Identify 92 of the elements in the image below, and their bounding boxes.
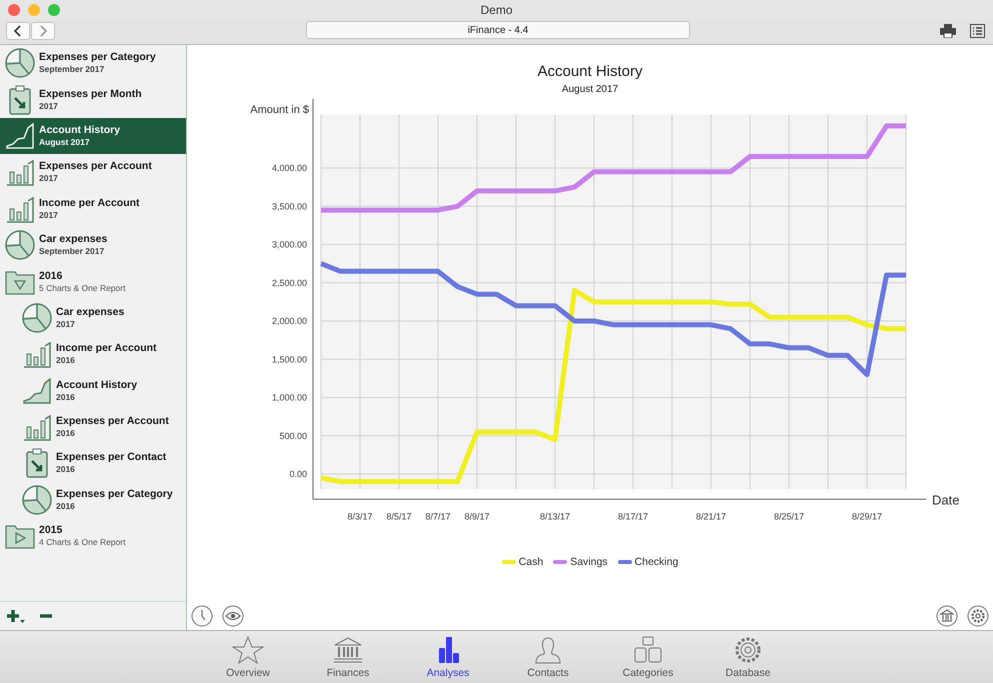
- axis-label: 2,000.00: [271, 316, 306, 326]
- back-button[interactable]: [6, 22, 30, 40]
- settings-icon[interactable]: [967, 605, 989, 627]
- item-subtitle: 2017: [39, 173, 59, 184]
- chart-title: Account History: [537, 63, 643, 80]
- axis-label: 8/17/17: [617, 511, 648, 522]
- item-title: Expenses per Contact: [56, 451, 166, 464]
- legend-label: Savings: [570, 556, 608, 568]
- item-title: Income per Account: [39, 196, 140, 210]
- axis-label: 3,000.00: [271, 240, 306, 250]
- tab[interactable]: Finances: [298, 631, 398, 683]
- item-subtitle: 2016: [56, 428, 76, 440]
- axis-label: 8/29/17: [851, 511, 882, 522]
- bank-icon[interactable]: [936, 605, 958, 627]
- y-axis-title: Amount in $: [250, 104, 308, 116]
- tab[interactable]: Database: [698, 631, 798, 683]
- item-subtitle: August 2017: [39, 136, 91, 148]
- axis-label: 1,500.00: [271, 354, 306, 364]
- sidebar-item[interactable]: Expenses per Account 2017: [0, 154, 186, 191]
- axis-label: 8/3/17: [346, 511, 372, 522]
- item-subtitle: 2017: [56, 318, 76, 330]
- chevron-right-icon: [38, 25, 48, 37]
- item-subtitle: 5 Charts & One Report: [39, 282, 126, 294]
- window-title: Demo: [480, 3, 512, 17]
- print-icon[interactable]: [940, 24, 956, 38]
- item-title: 2015: [39, 524, 64, 538]
- star-icon: [231, 635, 265, 665]
- item-title: Account History: [39, 124, 120, 137]
- chart-subtitle: August 2017: [562, 84, 618, 95]
- sidebar-item[interactable]: Expenses per Contact 2016: [0, 445, 186, 482]
- item-title: Car expenses: [39, 233, 108, 246]
- axis-label: 1,000.00: [271, 392, 306, 402]
- legend-label: Cash: [518, 556, 544, 568]
- tab[interactable]: Overview: [198, 631, 298, 683]
- item-subtitle: 2017: [39, 100, 59, 112]
- sidebar-item[interactable]: Expenses per Category September 2017: [0, 45, 186, 82]
- item-title: Expenses per Account: [56, 415, 169, 428]
- tab[interactable]: Contacts: [498, 631, 598, 683]
- sidebar-item[interactable]: 2015 4 Charts & One Report: [0, 518, 186, 554]
- clock-icon[interactable]: [191, 605, 213, 627]
- sidebar-item[interactable]: Account History 2016: [0, 372, 186, 409]
- add-icon[interactable]: [7, 608, 25, 624]
- sidebar-item[interactable]: Expenses per Account 2016: [0, 408, 186, 446]
- axis-label: 8/21/17: [695, 511, 726, 522]
- tab[interactable]: Analyses: [398, 631, 498, 683]
- axis-label: 500.00: [278, 430, 306, 441]
- axis-label: 8/9/17: [464, 511, 490, 522]
- eye-icon[interactable]: [222, 605, 244, 627]
- app-title-field: iFinance - 4.4: [306, 21, 690, 39]
- axis-label: 8/25/17: [773, 511, 804, 522]
- axis-label: 8/5/17: [386, 511, 412, 522]
- item-title: Car expenses: [56, 306, 124, 319]
- axis-label: 8/13/17: [539, 511, 570, 522]
- item-subtitle: September 2017: [39, 246, 106, 258]
- x-axis-title: Date: [932, 492, 959, 508]
- bank-icon: [331, 635, 365, 665]
- item-title: Account History: [56, 378, 138, 392]
- item-subtitle: 2016: [56, 464, 76, 476]
- line-chart-icon: [4, 120, 36, 152]
- axis-label: 3,500.00: [271, 201, 306, 212]
- pie-chart-icon: [21, 484, 53, 516]
- tab[interactable]: Categories: [598, 631, 698, 683]
- axis-label: 2,500.00: [271, 278, 306, 288]
- axis-label: 0.00: [288, 469, 306, 479]
- sidebar-item[interactable]: Expenses per Month 2017: [0, 81, 186, 118]
- item-title: 2016: [39, 270, 64, 283]
- sidebar-item[interactable]: 2016 5 Charts & One Report: [0, 263, 186, 300]
- sidebar-item[interactable]: Expenses per Category 2016: [0, 482, 186, 518]
- list-icon[interactable]: [970, 24, 985, 38]
- line-chart-icon: [21, 374, 53, 407]
- pie-chart-icon: [21, 302, 53, 334]
- item-subtitle: September 2017: [39, 64, 106, 76]
- item-title: Expenses per Month: [39, 88, 142, 101]
- item-title: Expenses per Account: [39, 160, 152, 174]
- axis-label: 8/7/17: [424, 511, 450, 522]
- sidebar-item[interactable]: Income per Account 2017: [0, 190, 186, 227]
- legend-label: Checking: [634, 556, 678, 568]
- sidebar-item[interactable]: Car expenses September 2017: [0, 226, 186, 264]
- item-subtitle: 4 Charts & One Report: [39, 537, 126, 548]
- item-title: Expenses per Category: [56, 488, 173, 501]
- chevron-left-icon: [13, 25, 23, 37]
- item-subtitle: 2016: [56, 355, 76, 366]
- sidebar-item[interactable]: Account History August 2017: [0, 118, 186, 154]
- item-subtitle: 2017: [39, 210, 59, 221]
- axis-label: 4,000.00: [271, 163, 306, 173]
- sidebar-item[interactable]: Income per Account 2016: [0, 336, 186, 373]
- sidebar-item[interactable]: Car expenses 2017: [0, 300, 186, 336]
- pie-chart-icon: [4, 229, 36, 262]
- item-subtitle: 2016: [56, 500, 76, 512]
- item-title: Expenses per Category: [39, 51, 156, 64]
- item-title: Income per Account: [56, 342, 157, 356]
- item-subtitle: 2016: [56, 392, 76, 403]
